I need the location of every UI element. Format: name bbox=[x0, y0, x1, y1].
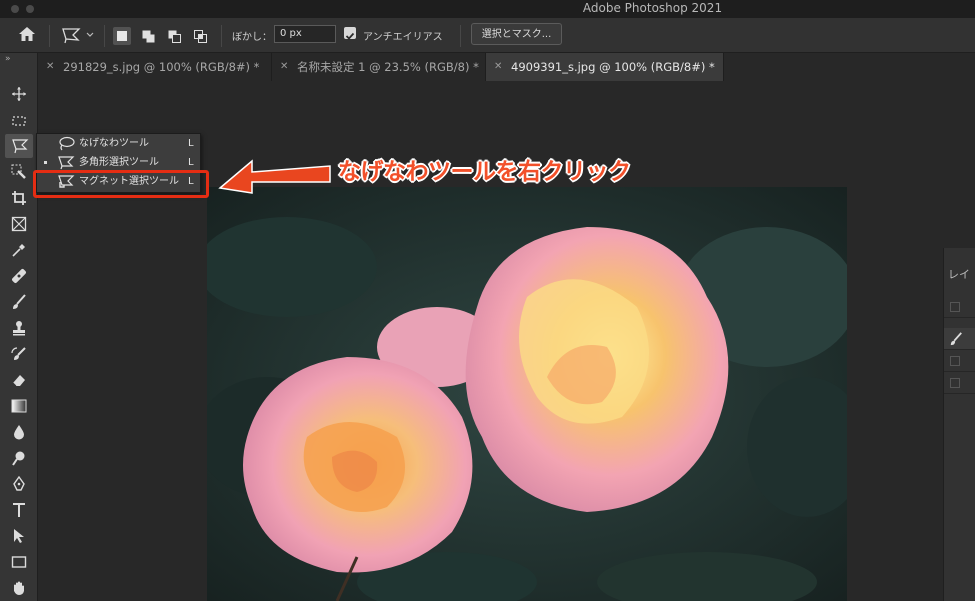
close-icon[interactable]: ✕ bbox=[46, 53, 54, 81]
document-tab-3[interactable]: ✕ 4909391_s.jpg @ 100% (RGB/8#) * bbox=[486, 53, 724, 81]
title-bar: Adobe Photoshop 2021 bbox=[0, 0, 975, 18]
healing-brush-tool[interactable] bbox=[5, 264, 33, 288]
options-bar: ぼかし： 0 px アンチエイリアス 選択とマスク... bbox=[0, 18, 975, 53]
home-button[interactable] bbox=[18, 26, 38, 44]
history-brush-tool[interactable] bbox=[5, 342, 33, 366]
document-tab-bar: ✕ 291829_s.jpg @ 100% (RGB/8#) * ✕ 名称未設定… bbox=[38, 53, 975, 81]
dodge-icon bbox=[12, 451, 25, 466]
eraser-icon bbox=[12, 375, 25, 387]
hand-tool[interactable] bbox=[5, 576, 33, 600]
gradient-tool[interactable] bbox=[5, 394, 33, 418]
crop-icon bbox=[12, 191, 26, 205]
annotation-arrow-icon bbox=[218, 159, 331, 194]
intersect-selection-button[interactable] bbox=[191, 27, 209, 45]
tab-label: 4909391_s.jpg @ 100% (RGB/8#) * bbox=[511, 60, 715, 74]
frame-icon bbox=[11, 216, 27, 232]
checkmark-icon bbox=[345, 32, 355, 40]
quick-select-icon bbox=[11, 164, 26, 179]
dodge-tool[interactable] bbox=[5, 446, 33, 470]
chevron-down-icon bbox=[86, 32, 94, 37]
lasso-icon bbox=[12, 139, 29, 154]
brush-tool[interactable] bbox=[5, 290, 33, 314]
layers-panel-tab[interactable]: レイ bbox=[948, 266, 970, 282]
tab-label: 291829_s.jpg @ 100% (RGB/8#) * bbox=[63, 60, 260, 74]
brush-icon bbox=[950, 332, 962, 346]
path-select-icon bbox=[14, 529, 24, 543]
feather-input[interactable]: 0 px bbox=[274, 25, 336, 43]
hand-icon bbox=[14, 581, 24, 595]
document-tab-2[interactable]: ✕ 名称未設定 1 @ 23.5% (RGB/8) * bbox=[272, 53, 486, 81]
rectangle-tool[interactable] bbox=[5, 550, 33, 574]
eraser-tool[interactable] bbox=[5, 368, 33, 392]
subtract-selection-icon bbox=[168, 30, 181, 43]
stamp-icon bbox=[13, 321, 25, 336]
healing-icon bbox=[12, 269, 26, 283]
lasso-tool[interactable] bbox=[5, 134, 33, 158]
frame-tool[interactable] bbox=[5, 212, 33, 236]
blur-icon bbox=[14, 425, 24, 440]
layer-row[interactable] bbox=[944, 372, 975, 394]
flyout-item-label: なげなわツール bbox=[79, 138, 149, 149]
add-to-selection-button[interactable] bbox=[139, 27, 157, 45]
layers-panel: レイ bbox=[943, 248, 975, 601]
tools-panel: » bbox=[0, 53, 38, 601]
eyedropper-tool[interactable] bbox=[5, 238, 33, 262]
close-icon[interactable]: ✕ bbox=[280, 53, 288, 81]
marquee-tool[interactable] bbox=[5, 109, 33, 133]
home-icon bbox=[19, 27, 35, 41]
crop-tool[interactable] bbox=[5, 186, 33, 210]
rectangle-icon bbox=[11, 556, 27, 568]
pen-tool[interactable] bbox=[5, 472, 33, 496]
antialias-label: アンチエイリアス bbox=[363, 32, 443, 43]
blur-tool[interactable] bbox=[5, 420, 33, 444]
tool-preset-picker[interactable] bbox=[60, 26, 96, 46]
annotation-text: なげなわツールを右クリック bbox=[338, 159, 631, 185]
history-brush-icon bbox=[11, 347, 26, 360]
brush-icon bbox=[13, 294, 26, 309]
add-selection-icon bbox=[142, 30, 155, 43]
lasso-icon bbox=[62, 28, 81, 44]
layer-row[interactable] bbox=[944, 350, 975, 372]
layer-row[interactable] bbox=[944, 328, 975, 350]
gradient-icon bbox=[11, 399, 27, 413]
collapse-toolbar-icon[interactable]: » bbox=[5, 54, 11, 64]
type-icon bbox=[13, 503, 25, 517]
flyout-item-lasso[interactable]: なげなわツール L bbox=[37, 134, 200, 153]
tab-label: 名称未設定 1 @ 23.5% (RGB/8) * bbox=[297, 60, 479, 74]
polygonal-lasso-icon bbox=[58, 156, 75, 170]
pen-icon bbox=[13, 476, 25, 491]
app-title: Adobe Photoshop 2021 bbox=[582, 1, 723, 15]
layer-row[interactable] bbox=[944, 296, 975, 318]
subtract-from-selection-button[interactable] bbox=[165, 27, 183, 45]
move-icon bbox=[12, 87, 26, 101]
layer-visibility-toggle[interactable] bbox=[950, 378, 960, 388]
intersect-selection-icon bbox=[194, 30, 207, 43]
path-selection-tool[interactable] bbox=[5, 524, 33, 548]
document-tab-1[interactable]: ✕ 291829_s.jpg @ 100% (RGB/8#) * bbox=[38, 53, 272, 81]
shortcut-key: L bbox=[188, 138, 194, 149]
type-tool[interactable] bbox=[5, 498, 33, 522]
quick-select-tool[interactable] bbox=[5, 160, 33, 184]
marquee-icon bbox=[12, 116, 26, 126]
move-tool[interactable] bbox=[5, 82, 33, 106]
layer-visibility-toggle[interactable] bbox=[950, 302, 960, 312]
magnetic-lasso-highlight-box bbox=[33, 170, 209, 198]
clone-stamp-tool[interactable] bbox=[5, 316, 33, 340]
layer-visibility-toggle[interactable] bbox=[950, 356, 960, 366]
new-selection-icon bbox=[117, 31, 127, 41]
new-selection-button[interactable] bbox=[113, 27, 131, 45]
eyedropper-icon bbox=[12, 244, 25, 257]
document-image[interactable] bbox=[207, 187, 847, 601]
antialias-checkbox[interactable] bbox=[344, 27, 356, 40]
feather-label: ぼかし： bbox=[232, 32, 272, 43]
select-and-mask-button[interactable]: 選択とマスク... bbox=[471, 23, 562, 45]
current-tool-indicator bbox=[44, 161, 47, 164]
close-icon[interactable]: ✕ bbox=[494, 53, 502, 81]
lasso-icon bbox=[59, 136, 75, 151]
